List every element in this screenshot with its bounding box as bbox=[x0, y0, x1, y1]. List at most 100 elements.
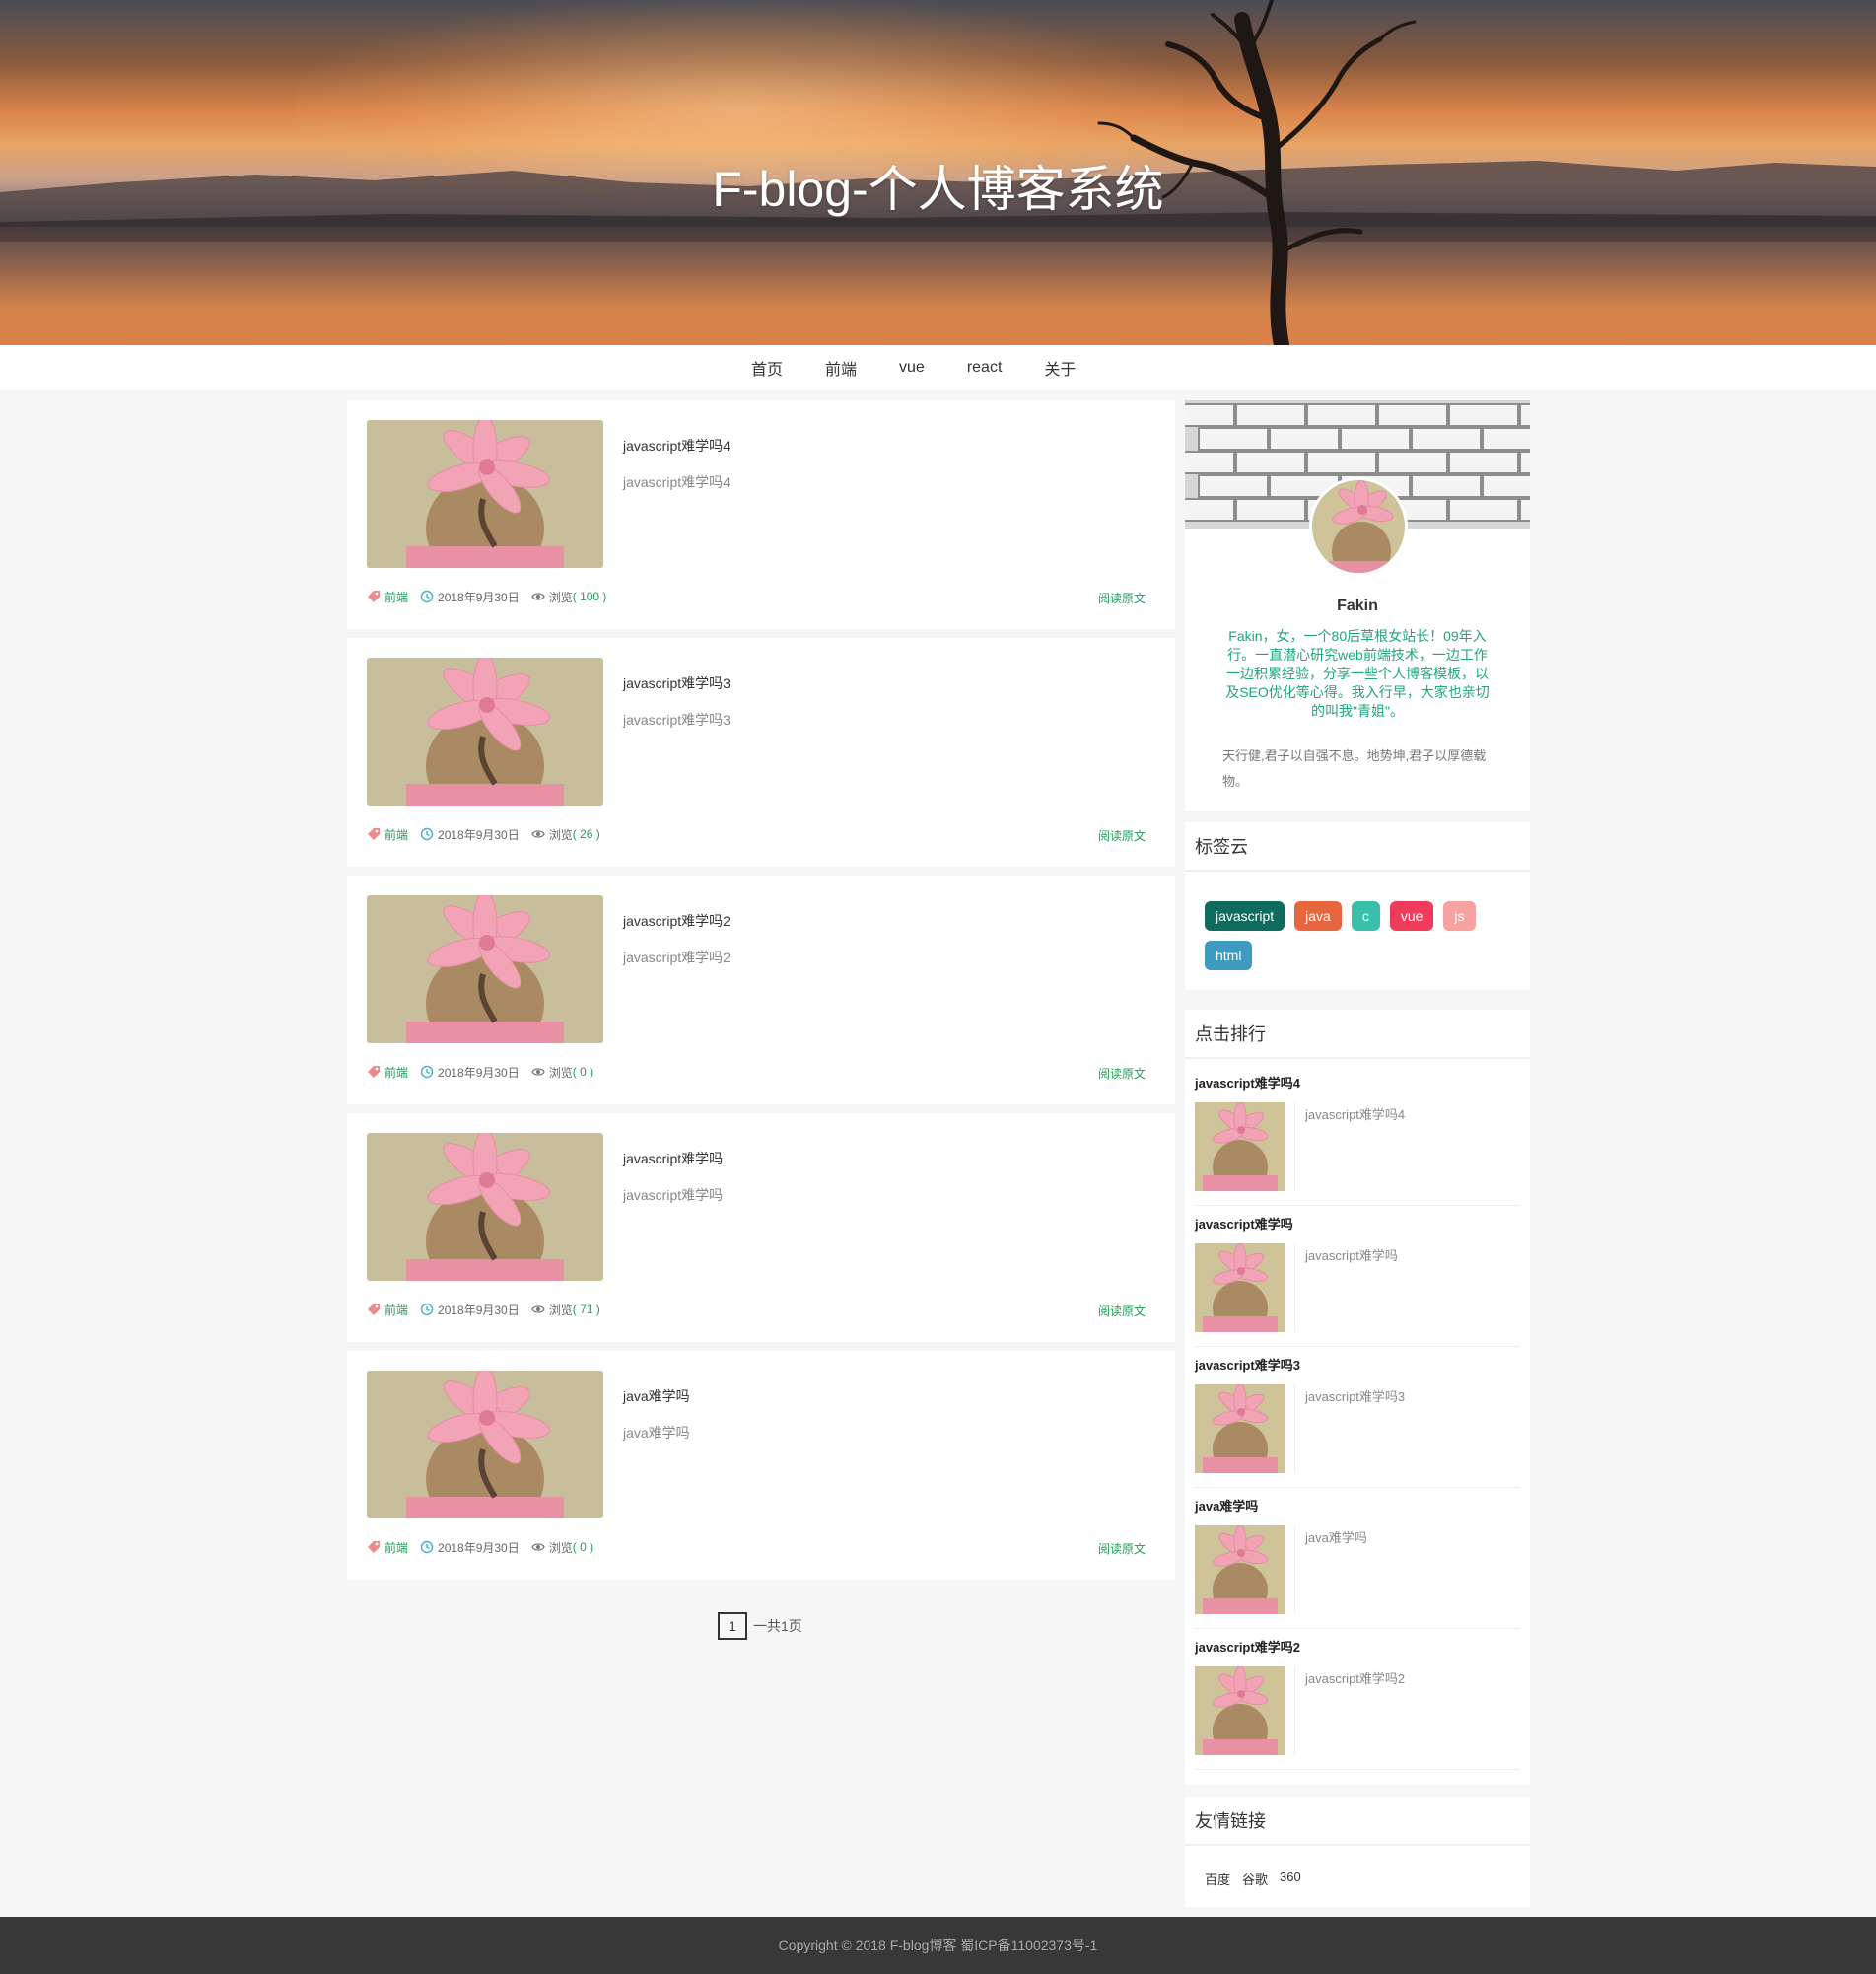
friend-links-title: 友情链接 bbox=[1195, 1811, 1266, 1831]
eye-icon bbox=[531, 1543, 545, 1551]
nav-item-about[interactable]: 关于 bbox=[1044, 356, 1076, 380]
article-date: 2018年9月30日 bbox=[438, 1303, 520, 1317]
read-more-link[interactable]: 阅读原文 bbox=[1098, 590, 1146, 606]
tag-icon bbox=[368, 1541, 380, 1553]
read-more-link[interactable]: 阅读原文 bbox=[1098, 827, 1146, 844]
article-category[interactable]: 前端 bbox=[384, 826, 408, 843]
copyright-text: Copyright © 2018 F-blog博客 蜀ICP备11002373号… bbox=[778, 1938, 1098, 1953]
tag-java[interactable]: java bbox=[1294, 901, 1342, 931]
article-summary: javascript难学吗2 bbox=[623, 950, 730, 965]
ranking-item-thumbnail[interactable] bbox=[1195, 1102, 1295, 1191]
tag-cloud-box: 标签云 javascript java c vue js html bbox=[1185, 822, 1530, 990]
article-date: 2018年9月30日 bbox=[438, 827, 520, 842]
ranking-item[interactable]: javascript难学吗 javascript难学吗 bbox=[1195, 1206, 1520, 1347]
article-category[interactable]: 前端 bbox=[384, 1064, 408, 1081]
clock-icon bbox=[420, 1303, 434, 1316]
flower-girl-image bbox=[367, 1133, 603, 1281]
article-date: 2018年9月30日 bbox=[438, 1065, 520, 1080]
article-title[interactable]: javascript难学吗 bbox=[623, 1149, 723, 1168]
article-category[interactable]: 前端 bbox=[384, 1539, 408, 1556]
ranking-item-title[interactable]: javascript难学吗2 bbox=[1195, 1637, 1300, 1656]
ranking-item-title[interactable]: javascript难学吗3 bbox=[1195, 1355, 1300, 1374]
nav-item-vue[interactable]: vue bbox=[899, 359, 925, 377]
flower-girl-image bbox=[367, 1371, 603, 1518]
friend-link-360[interactable]: 360 bbox=[1280, 1869, 1301, 1888]
article-card[interactable]: javascript难学吗 javascript难学吗 前端 2018年9月30… bbox=[347, 1113, 1175, 1342]
article-card[interactable]: javascript难学吗4 javascript难学吗4 前端 2018年9月… bbox=[347, 400, 1175, 629]
avatar-image bbox=[1312, 480, 1405, 573]
tag-c[interactable]: c bbox=[1351, 901, 1380, 931]
pagination: 1 一共1页 bbox=[718, 1611, 802, 1641]
article-summary: javascript难学吗4 bbox=[623, 474, 730, 490]
views-label: 浏览 bbox=[548, 1065, 573, 1080]
ranking-item-thumbnail[interactable] bbox=[1195, 1666, 1295, 1755]
ranking-item-summary: javascript难学吗 bbox=[1305, 1248, 1398, 1263]
divider bbox=[1185, 1057, 1530, 1059]
article-summary: javascript难学吗 bbox=[623, 1187, 724, 1203]
article-meta: 前端 2018年9月30日 浏览 ( 71 ) bbox=[367, 1301, 600, 1318]
read-more-link[interactable]: 阅读原文 bbox=[1098, 1540, 1146, 1557]
flower-girl-image bbox=[1195, 1102, 1285, 1191]
article-card[interactable]: javascript难学吗3 javascript难学吗3 前端 2018年9月… bbox=[347, 638, 1175, 867]
eye-icon bbox=[531, 593, 545, 600]
ranking-item[interactable]: javascript难学吗4 javascript难学吗4 bbox=[1195, 1065, 1520, 1206]
friend-link-baidu[interactable]: 百度 bbox=[1205, 1869, 1230, 1888]
ranking-item-title[interactable]: javascript难学吗 bbox=[1195, 1214, 1293, 1233]
nav-item-frontend[interactable]: 前端 bbox=[825, 356, 857, 380]
flower-girl-image bbox=[1195, 1243, 1285, 1332]
ranking-item[interactable]: javascript难学吗3 javascript难学吗3 bbox=[1195, 1347, 1520, 1488]
tag-icon bbox=[368, 1304, 380, 1315]
tag-vue[interactable]: vue bbox=[1389, 901, 1434, 931]
tag-javascript[interactable]: javascript bbox=[1205, 901, 1285, 931]
article-meta: 前端 2018年9月30日 浏览 ( 100 ) bbox=[367, 588, 606, 605]
ranking-item-title[interactable]: java难学吗 bbox=[1195, 1496, 1258, 1515]
ranking-item-thumbnail[interactable] bbox=[1195, 1243, 1295, 1332]
ranking-item-summary: javascript难学吗4 bbox=[1305, 1107, 1406, 1122]
ranking-item-summary: javascript难学吗3 bbox=[1305, 1389, 1406, 1404]
tag-list: javascript java c vue js html bbox=[1205, 901, 1520, 980]
view-count: ( 71 ) bbox=[572, 1303, 600, 1316]
flower-girl-image bbox=[1195, 1666, 1285, 1755]
article-thumbnail[interactable] bbox=[367, 658, 603, 806]
views-label: 浏览 bbox=[548, 1303, 573, 1317]
flower-girl-image bbox=[367, 420, 603, 568]
article-title[interactable]: java难学吗 bbox=[623, 1386, 690, 1406]
friend-link-google[interactable]: 谷歌 bbox=[1242, 1869, 1268, 1888]
eye-icon bbox=[531, 1068, 545, 1076]
lake-reflection bbox=[0, 227, 1876, 345]
ranking-item[interactable]: javascript难学吗2 javascript难学吗2 bbox=[1195, 1629, 1520, 1770]
page-total: 一共1页 bbox=[753, 1618, 802, 1634]
article-thumbnail[interactable] bbox=[367, 420, 603, 568]
page-number-current[interactable]: 1 bbox=[718, 1612, 747, 1640]
ranking-title: 点击排行 bbox=[1195, 1024, 1266, 1044]
ranking-item[interactable]: java难学吗 java难学吗 bbox=[1195, 1488, 1520, 1629]
ranking-item-thumbnail[interactable] bbox=[1195, 1384, 1295, 1473]
read-more-link[interactable]: 阅读原文 bbox=[1098, 1303, 1146, 1319]
article-thumbnail[interactable] bbox=[367, 1133, 603, 1281]
article-meta: 前端 2018年9月30日 浏览 ( 26 ) bbox=[367, 825, 600, 843]
view-count: ( 100 ) bbox=[572, 590, 607, 603]
ranking-item-thumbnail[interactable] bbox=[1195, 1525, 1295, 1614]
view-count: ( 0 ) bbox=[572, 1065, 594, 1079]
ranking-item-title[interactable]: javascript难学吗4 bbox=[1195, 1073, 1300, 1092]
article-date: 2018年9月30日 bbox=[438, 1540, 520, 1555]
ranking-item-summary: javascript难学吗2 bbox=[1305, 1671, 1406, 1686]
article-thumbnail[interactable] bbox=[367, 895, 603, 1043]
article-title[interactable]: javascript难学吗3 bbox=[623, 673, 730, 693]
divider bbox=[1185, 870, 1530, 872]
tag-html[interactable]: html bbox=[1205, 941, 1253, 970]
tag-icon bbox=[368, 828, 380, 840]
article-title[interactable]: javascript难学吗2 bbox=[623, 911, 730, 931]
profile-motto: 天行健,君子以自强不息。地势坤,君子以厚德载物。 bbox=[1222, 748, 1487, 789]
article-title[interactable]: javascript难学吗4 bbox=[623, 436, 730, 456]
article-card[interactable]: java难学吗 java难学吗 前端 2018年9月30日 浏览 ( 0 ) 阅… bbox=[347, 1351, 1175, 1580]
article-category[interactable]: 前端 bbox=[384, 1302, 408, 1318]
article-category[interactable]: 前端 bbox=[384, 589, 408, 605]
tag-js[interactable]: js bbox=[1443, 901, 1476, 931]
read-more-link[interactable]: 阅读原文 bbox=[1098, 1065, 1146, 1082]
article-card[interactable]: javascript难学吗2 javascript难学吗2 前端 2018年9月… bbox=[347, 876, 1175, 1104]
ranking-item-summary: java难学吗 bbox=[1305, 1530, 1367, 1545]
article-thumbnail[interactable] bbox=[367, 1371, 603, 1518]
nav-item-home[interactable]: 首页 bbox=[751, 356, 783, 380]
nav-item-react[interactable]: react bbox=[967, 359, 1003, 377]
